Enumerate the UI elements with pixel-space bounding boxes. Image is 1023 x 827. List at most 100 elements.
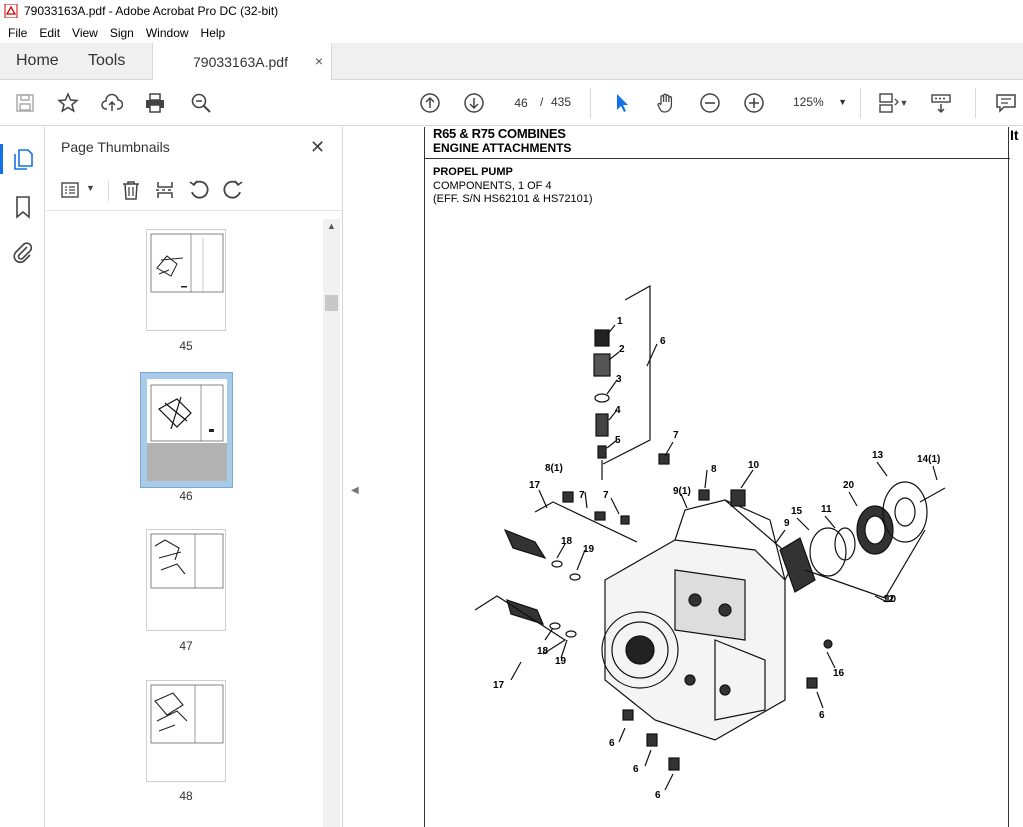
options-dropdown-icon[interactable]: ▼	[86, 183, 95, 193]
callout-label: 18	[537, 646, 549, 657]
thumbnail-page-number: 47	[179, 639, 193, 653]
toolbar-divider	[590, 88, 591, 118]
tab-home[interactable]: Home	[16, 43, 59, 79]
menu-bar: File Edit View Sign Window Help	[0, 22, 1023, 43]
toolbar-divider-2	[860, 88, 861, 118]
tab-bar: Home Tools 79033163A.pdf ×	[0, 43, 1023, 80]
menu-help[interactable]: Help	[195, 26, 232, 40]
zoom-level-select[interactable]: 125% ▼	[785, 91, 849, 113]
callout-label: 18	[561, 536, 573, 547]
callout-label: 7	[603, 490, 609, 501]
adjacent-column-text: It	[1010, 127, 1019, 143]
callout-label: 16	[833, 668, 845, 679]
callout-label: 7	[579, 490, 585, 501]
collapse-panel-icon[interactable]: ◀	[351, 485, 359, 496]
panel-divider	[108, 181, 109, 201]
save-icon[interactable]	[13, 91, 37, 115]
section-title: PROPEL PUMP	[433, 166, 513, 178]
callout-label: 15	[791, 506, 803, 517]
thumbnail-page-45[interactable]	[146, 229, 226, 331]
tab-close-icon[interactable]: ×	[315, 53, 323, 69]
chevron-down-icon: ▼	[838, 97, 847, 107]
page-number-input[interactable]: 46	[506, 91, 536, 113]
thumbnail-page-46[interactable]	[140, 372, 233, 488]
section-effectivity: (EFF. S/N HS62101 & HS72101)	[433, 193, 593, 205]
menu-view[interactable]: View	[66, 26, 104, 40]
thumbnail-preview	[150, 684, 224, 744]
thumbnail-preview	[147, 379, 227, 481]
delete-trash-icon[interactable]	[120, 179, 142, 201]
bookmarks-icon[interactable]	[11, 195, 35, 219]
page-total: 435	[551, 95, 572, 109]
previous-page-icon[interactable]	[418, 91, 442, 115]
callout-label: 13	[872, 450, 884, 461]
thumbnail-preview	[150, 533, 224, 589]
menu-sign[interactable]: Sign	[104, 26, 140, 40]
callout-label: 10	[748, 460, 760, 471]
keyboard-scroll-icon[interactable]	[929, 91, 953, 115]
callout-label: 6	[655, 790, 661, 800]
thumbnail-page-47[interactable]	[146, 529, 226, 631]
select-cursor-icon[interactable]	[610, 91, 634, 115]
propel-pump-exploded-diagram: 1 2 3 4 5 6 7 8 8(1) 9 9(1) 10 11 12 13 …	[474, 284, 946, 800]
callout-label: 19	[555, 656, 567, 667]
thumbnail-options-icon[interactable]	[60, 179, 82, 201]
callout-label: 8	[711, 464, 717, 475]
header-rule	[425, 158, 1010, 159]
panel-toolbar: ▼	[46, 169, 342, 211]
upload-cloud-icon[interactable]	[100, 91, 124, 115]
hand-tool-icon[interactable]	[654, 91, 678, 115]
callout-label: 2	[619, 344, 625, 355]
next-page-icon[interactable]	[462, 91, 486, 115]
acrobat-pdf-icon	[4, 4, 18, 18]
thumbnails-scrollbar[interactable]: ▲	[323, 219, 340, 827]
left-navigation-rail	[0, 127, 45, 827]
thumbnail-page-number: 45	[179, 339, 193, 353]
page-separator: /	[540, 95, 544, 109]
thumbnail-page-number: 46	[179, 489, 193, 503]
rotate-left-icon[interactable]	[188, 179, 210, 201]
callout-label: 7	[673, 430, 679, 441]
comment-icon[interactable]	[994, 91, 1018, 115]
page-fit-icon[interactable]	[876, 91, 900, 115]
thumbnail-preview	[150, 233, 224, 293]
zoom-in-icon[interactable]	[742, 91, 766, 115]
document-header-subtitle: ENGINE ATTACHMENTS	[433, 141, 572, 155]
callout-label: 6	[633, 764, 639, 775]
scrollbar-thumb[interactable]	[325, 295, 338, 311]
callout-label: 6	[819, 710, 825, 721]
callout-label: 4	[615, 405, 621, 416]
close-icon[interactable]: ✕	[310, 137, 325, 158]
attachments-paperclip-icon[interactable]	[11, 241, 35, 265]
menu-edit[interactable]: Edit	[33, 26, 66, 40]
tab-document[interactable]: 79033163A.pdf ×	[152, 43, 332, 80]
print-icon[interactable]	[143, 91, 167, 115]
callout-label: 19	[583, 544, 595, 555]
callout-label: 14(1)	[917, 454, 940, 465]
section-subtitle: COMPONENTS, 1 OF 4	[433, 180, 552, 192]
panel-splitter[interactable]: ◀	[342, 127, 364, 827]
extract-pages-icon[interactable]	[154, 179, 176, 201]
callout-label: 5	[615, 435, 621, 446]
tab-tools[interactable]: Tools	[88, 43, 125, 79]
page-fit-dropdown-icon[interactable]: ▼	[898, 91, 910, 115]
callout-label: 9	[784, 518, 790, 529]
callout-label: 6	[660, 336, 666, 347]
thumbnail-page-48[interactable]	[146, 680, 226, 782]
bookmark-star-icon[interactable]	[56, 91, 80, 115]
title-bar: 79033163A.pdf - Adobe Acrobat Pro DC (32…	[0, 0, 1023, 22]
rotate-right-icon[interactable]	[222, 179, 244, 201]
scroll-up-icon[interactable]: ▲	[327, 221, 336, 231]
menu-file[interactable]: File	[2, 26, 33, 40]
page-thumbnails-panel: Page Thumbnails ✕ ▼ 45 46 47 48 ▲	[46, 127, 342, 827]
zoom-level-value: 125%	[793, 95, 824, 109]
toolbar-divider-3	[975, 88, 976, 118]
zoom-out-icon[interactable]	[698, 91, 722, 115]
panel-title: Page Thumbnails	[61, 139, 170, 155]
callout-label: 10	[885, 594, 897, 605]
menu-window[interactable]: Window	[140, 26, 195, 40]
search-zoom-icon[interactable]	[189, 91, 213, 115]
page-thumbnails-icon[interactable]	[11, 147, 35, 171]
thumbnail-page-number: 48	[179, 789, 193, 803]
window-title: 79033163A.pdf - Adobe Acrobat Pro DC (32…	[24, 4, 279, 18]
